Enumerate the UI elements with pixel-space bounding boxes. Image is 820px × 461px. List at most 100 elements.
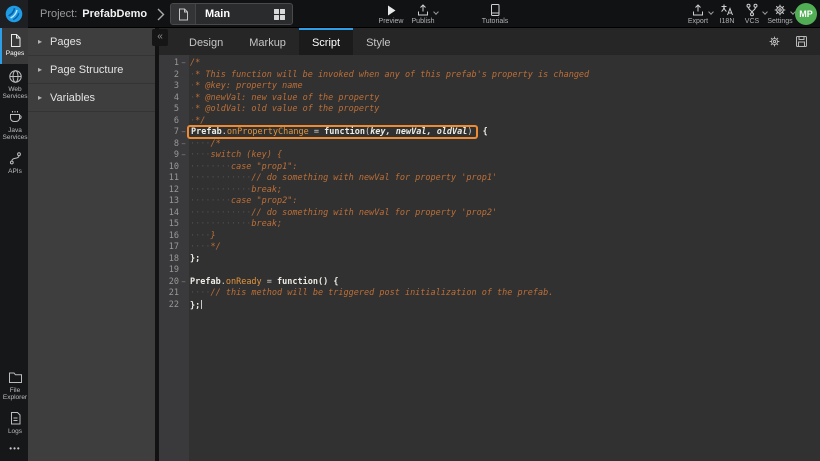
fold-spacer (179, 288, 188, 300)
code-line[interactable]: 22}; (159, 300, 820, 312)
code-token: function (277, 277, 318, 287)
panel-splitter[interactable] (155, 28, 159, 461)
code-line[interactable]: 3 ·* @key: property name (159, 81, 820, 93)
tab-style[interactable]: Style (353, 28, 403, 55)
code-text: }; (188, 254, 200, 266)
fold-spacer (179, 196, 188, 208)
code-text: ····*/ (188, 242, 221, 254)
vcs-label: VCS (745, 18, 759, 25)
editor-settings-button[interactable] (767, 35, 781, 49)
script-editor[interactable]: 1−/*2·* This function will be invoked wh… (159, 55, 820, 461)
code-token: * @key: property name (195, 81, 302, 91)
code-text: ············break; (188, 185, 282, 197)
code-text: /* (188, 58, 200, 70)
ellipsis-icon: ••• (9, 444, 20, 453)
log-file-icon (8, 411, 23, 426)
fold-marker-icon[interactable]: − (179, 150, 188, 162)
wavemaker-logo[interactable] (0, 0, 28, 28)
panel-section-page-structure[interactable]: ▸ Page Structure (28, 56, 155, 84)
code-line[interactable]: 7−Prefab.onPropertyChange = function(key… (159, 127, 820, 139)
code-token: = (262, 277, 277, 287)
code-token: ···· (190, 231, 210, 241)
settings-button[interactable]: Settings (763, 3, 797, 27)
line-number: 19 (159, 265, 179, 277)
code-line[interactable]: 13········case "prop2": (159, 196, 820, 208)
rail-spacer (0, 182, 28, 365)
panel-section-pages[interactable]: ▸ Pages (28, 28, 155, 56)
code-token: function (324, 127, 365, 137)
code-token: }; (190, 254, 200, 264)
code-token: ············ (190, 185, 251, 195)
line-number: 3 (159, 81, 179, 93)
save-button[interactable] (794, 35, 808, 49)
code-line[interactable]: 1−/* (159, 58, 820, 70)
code-line[interactable]: 16····} (159, 231, 820, 243)
publish-button[interactable]: Publish (406, 3, 440, 27)
code-line[interactable]: 18}; (159, 254, 820, 266)
sidebar-item-web-services[interactable]: Web Services (0, 64, 28, 105)
sidebar-item-file-explorer[interactable]: File Explorer (0, 365, 28, 406)
page-tab-main[interactable]: Main (170, 3, 293, 25)
sidebar-more-button[interactable]: ••• (0, 442, 28, 461)
code-token (201, 300, 202, 309)
preview-button[interactable]: Preview (375, 3, 407, 27)
code-text: ········case "prop2": (188, 196, 297, 208)
tab-script[interactable]: Script (299, 28, 353, 55)
code-token: */ (195, 116, 205, 126)
fold-marker-icon[interactable]: − (179, 139, 188, 151)
code-line[interactable]: 20−Prefab.onReady = function() { (159, 277, 820, 289)
settings-label: Settings (767, 18, 792, 25)
code-line[interactable]: 12 ············break; (159, 185, 820, 197)
code-line[interactable]: 5·* @oldVal: old value of the property (159, 104, 820, 116)
wavemaker-studio: Project: PrefabDemo Main Preview (0, 0, 820, 461)
rail-label: File Explorer (2, 387, 28, 402)
code-line[interactable]: 8−····/* (159, 139, 820, 151)
code-line[interactable]: 21····// this method will be triggered p… (159, 288, 820, 300)
code-line[interactable]: 15············break; (159, 219, 820, 231)
export-icon (691, 3, 705, 17)
sidebar-item-pages[interactable]: Pages (0, 28, 28, 64)
code-token: ············ (190, 219, 251, 229)
project-breadcrumb: Project: PrefabDemo (40, 0, 147, 28)
tab-design[interactable]: Design (176, 28, 236, 55)
sidebar-item-logs[interactable]: Logs (0, 406, 28, 442)
code-text: }; (188, 300, 202, 312)
code-line[interactable]: 14············// do something with newVa… (159, 208, 820, 220)
panel-collapse-button[interactable]: « (152, 29, 168, 46)
code-token: // do something with newVal for property… (251, 173, 497, 183)
fold-marker-icon[interactable]: − (179, 277, 188, 289)
code-line[interactable]: 17····*/ (159, 242, 820, 254)
line-number: 22 (159, 300, 179, 312)
code-token: case "prop2": (231, 196, 298, 206)
sidebar-item-java-services[interactable]: Java Services (0, 105, 28, 146)
fold-marker-icon[interactable]: − (179, 58, 188, 70)
gear-icon (773, 3, 787, 17)
fold-spacer (179, 265, 188, 277)
fold-spacer (179, 254, 188, 266)
panel-section-variables[interactable]: ▸ Variables (28, 84, 155, 112)
export-button[interactable]: Export (682, 3, 714, 27)
line-number: 5 (159, 104, 179, 116)
code-token: case "prop1": (231, 162, 298, 172)
fold-spacer (179, 208, 188, 220)
sidebar-item-apis[interactable]: APIs (0, 146, 28, 182)
code-line[interactable]: 10········case "prop1": (159, 162, 820, 174)
grid-icon[interactable] (274, 9, 285, 20)
code-token: * @newVal: new value of the property (195, 93, 379, 103)
code-token: ············ (190, 208, 251, 218)
rail-label: Java Services (2, 127, 28, 142)
tutorials-button[interactable]: Tutorials (477, 3, 513, 27)
code-line[interactable]: 4·* @newVal: new value of the property (159, 93, 820, 105)
rail-label: Logs (8, 428, 22, 435)
code-text: ·* @key: property name (188, 81, 303, 93)
line-number: 12 (159, 185, 179, 197)
vcs-button[interactable]: VCS (739, 3, 765, 27)
code-line[interactable]: 9−····switch (key) { (159, 150, 820, 162)
code-token: ········ (190, 162, 231, 172)
code-line[interactable]: 11············// do something with newVa… (159, 173, 820, 185)
user-avatar[interactable]: MP (795, 3, 817, 25)
code-line[interactable]: 19 (159, 265, 820, 277)
code-line[interactable]: 2·* This function will be invoked when a… (159, 70, 820, 82)
tab-markup[interactable]: Markup (236, 28, 299, 55)
i18n-button[interactable]: I18N (713, 3, 741, 27)
